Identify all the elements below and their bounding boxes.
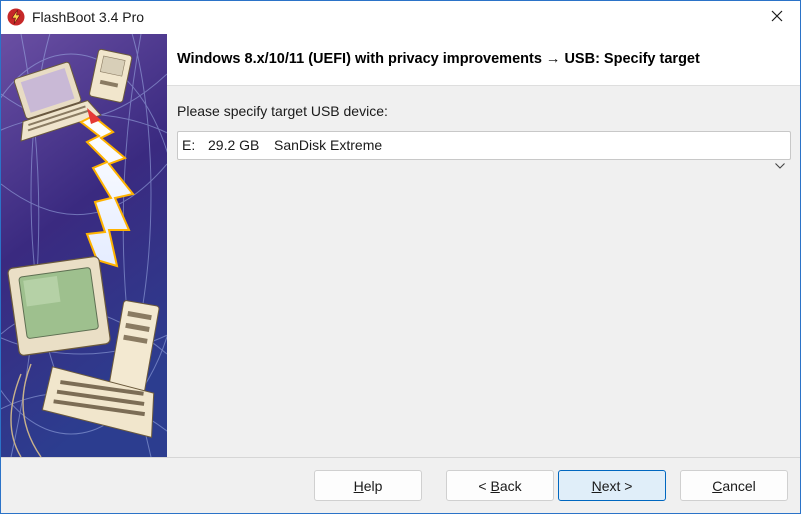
close-icon [771,9,783,27]
page-title: Windows 8.x/10/11 (UEFI) with privacy im… [177,51,700,67]
wizard-side-image [1,34,167,457]
help-button[interactable]: Help [314,470,422,501]
device-size: 29.2 GB [208,137,260,153]
device-drive-letter: E: [182,137,196,153]
chevron-down-icon [752,140,785,188]
header-divider [167,85,800,86]
wizard-header: Windows 8.x/10/11 (UEFI) with privacy im… [167,34,800,85]
wizard-window: FlashBoot 3.4 Pro Windows 8.x/10/11 (UEF… [0,0,801,514]
device-name: SanDisk Extreme [274,137,383,153]
flashboot-app-icon [7,8,25,26]
window-title: FlashBoot 3.4 Pro [32,9,145,25]
back-button[interactable]: < Back [446,470,554,501]
cancel-button[interactable]: Cancel [680,470,788,501]
title-bar: FlashBoot 3.4 Pro [1,1,800,34]
footer-divider [1,457,800,458]
next-button[interactable]: Next > [558,470,666,501]
target-usb-device-dropdown[interactable]: E: 29.2 GB SanDisk Extreme [177,131,791,169]
close-button[interactable] [754,1,800,34]
target-device-label: Please specify target USB device: [177,103,388,119]
